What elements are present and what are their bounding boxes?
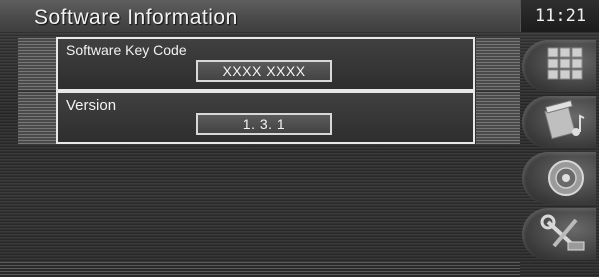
audio-button[interactable] <box>522 152 596 204</box>
decorative-floor-stripe <box>0 262 520 277</box>
software-information-screen: Software Information 11:21 Software Key … <box>0 0 599 277</box>
version-value: 1. 3. 1 <box>196 113 332 135</box>
menu-grid-icon <box>547 47 583 80</box>
version-panel: Version 1. 3. 1 <box>56 91 475 144</box>
title-bar: Software Information <box>0 0 520 32</box>
menu-button[interactable] <box>522 40 596 92</box>
setup-tools-icon <box>540 214 585 251</box>
software-key-panel: Software Key Code XXXX XXXX <box>56 37 475 91</box>
version-label: Version <box>66 97 117 114</box>
media-button[interactable] <box>522 96 596 148</box>
clock-display: 11:21 <box>520 0 599 32</box>
decorative-stripe <box>18 38 56 90</box>
decorative-stripe <box>18 92 56 144</box>
sidebar <box>520 32 599 277</box>
film-music-icon <box>544 100 585 140</box>
setup-button[interactable] <box>522 208 596 260</box>
decorative-stripe <box>476 38 520 90</box>
software-key-label: Software Key Code <box>66 42 187 58</box>
decorative-stripe <box>476 92 520 144</box>
page-title: Software Information <box>34 6 238 29</box>
speaker-icon <box>548 160 584 196</box>
software-key-value: XXXX XXXX <box>196 60 332 82</box>
